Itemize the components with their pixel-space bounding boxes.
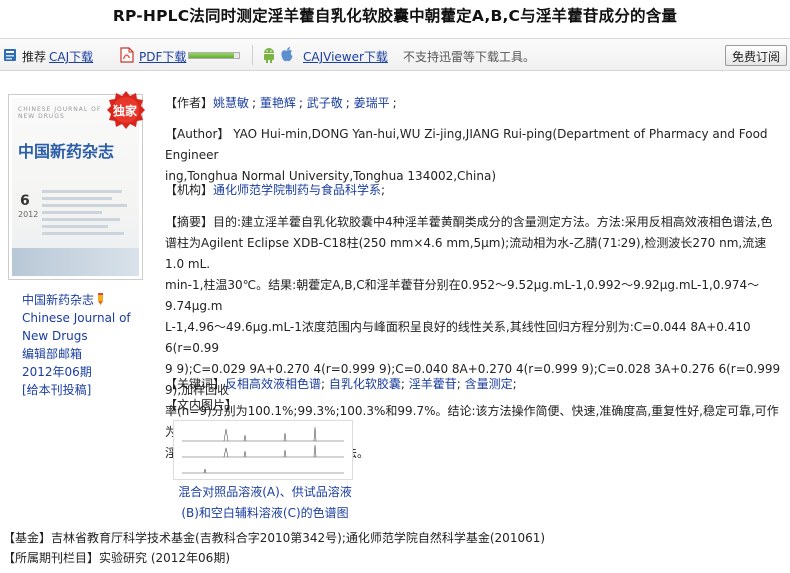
submit-paper-link[interactable]: [给本刊投稿] (22, 381, 147, 399)
abstract-line: 谱柱为Agilent Eclipse XDB-C18柱(250 mm×4.6 m… (165, 236, 767, 271)
column-label: 【所属期刊栏目】 (3, 551, 100, 565)
cajviewer-download-link[interactable]: CAJViewer下载 (303, 48, 388, 65)
chromatogram-image (182, 426, 344, 474)
abstract-label: 【摘要】 (165, 215, 214, 229)
keyword-link[interactable]: 自乳化软胶囊 (329, 377, 401, 391)
author-link[interactable]: 董艳辉 (260, 96, 296, 110)
cover-journal-name: 中国新药杂志 (18, 142, 115, 161)
figures-label: 【文内图片】 (165, 398, 238, 412)
institution-label: 【机构】 (165, 183, 214, 197)
cover-bottom-band (12, 248, 139, 276)
keywords-label: 【关键词】 (165, 377, 226, 391)
figure-caption-line2[interactable]: (B)和空白辅料溶液(C)的色谱图 (173, 503, 357, 524)
figure-thumbnail[interactable] (173, 420, 353, 480)
apple-icon[interactable] (280, 46, 294, 63)
caj-download-link[interactable]: CAJ下载 (49, 48, 93, 65)
abstract-line: L-1,4.96～49.6μg.mL-1浓度范围内与峰面积呈良好的线性关系,其线… (165, 320, 751, 355)
toolbar-divider (252, 45, 253, 65)
pencil-icon (98, 293, 104, 305)
journal-en-name-line1[interactable]: Chinese Journal of (22, 309, 147, 327)
column-text: 实验研究 (2012年06期) (99, 551, 231, 565)
book-recommend-icon (4, 49, 16, 61)
editor-office-email[interactable]: 编辑部邮箱 (22, 345, 147, 363)
abstract-line: 目的:建立淫羊藿自乳化软胶囊中4种淫羊藿黄酮类成分的含量测定方法。方法:采用反相… (213, 215, 773, 229)
figure-caption-line1[interactable]: 混合对照品溶液(A)、供试品溶液 (173, 482, 357, 503)
author-link[interactable]: 武子敬 (307, 96, 343, 110)
keyword-link[interactable]: 含量测定 (465, 377, 513, 391)
journal-issue-link[interactable]: 2012年06期 (22, 363, 147, 381)
cover-english-title: CHINESE JOURNAL OF NEW DRUGS (18, 106, 102, 120)
exclusive-badge-text: 独家 (113, 104, 138, 118)
author-link[interactable]: 姚慧敏 (213, 96, 249, 110)
cover-contents-lines (42, 190, 132, 239)
recommend-label: 推荐 (22, 50, 47, 64)
journal-en-name-line2[interactable]: New Drugs (22, 327, 147, 345)
keyword-link[interactable]: 反相高效液相色谱 (225, 377, 321, 391)
thunder-note: 不支持迅雷等下载工具。 (403, 50, 536, 64)
fund-label: 【基金】 (3, 531, 52, 545)
fund-row: 【基金】吉林省教育厅科学技术基金(吉教科合字2010第342号);通化师范学院自… (3, 528, 545, 548)
cover-issue-number: 6 (20, 193, 30, 209)
institution-link[interactable]: 通化师范学院制药与食品科学系 (213, 183, 381, 197)
journal-cn-name-link[interactable]: 中国新药杂志 (22, 293, 94, 307)
cover-year: 2012 (18, 210, 39, 219)
abstract-line: min-1,柱温30℃。结果:朝藿定A,B,C和淫羊藿苷分别在0.952～9.5… (165, 278, 760, 313)
pdf-download-progress (188, 52, 240, 59)
author-link[interactable]: 姜瑞平 (354, 96, 390, 110)
author-label: 【作者】 (165, 96, 214, 110)
fund-text: 吉林省教育厅科学技术基金(吉教科合字2010第342号);通化师范学院自然科学基… (51, 531, 546, 545)
author-row: 【作者】姚慧敏; 董艳辉; 武子敬; 姜瑞平; (165, 96, 397, 110)
figures-row: 【文内图片】 (165, 395, 783, 416)
download-toolbar: 推荐 CAJ下载 PDF下载 CAJViewer下载 不支持迅雷等下载工具。 免… (0, 38, 790, 71)
keyword-link[interactable]: 淫羊藿苷 (409, 377, 457, 391)
pdf-download-link[interactable]: PDF下载 (139, 48, 186, 65)
journal-cover[interactable]: CHINESE JOURNAL OF NEW DRUGS 中国新药杂志 6 20… (8, 91, 145, 280)
institution-row: 【机构】通化师范学院制药与食品科学系; (165, 183, 386, 197)
page-title: RP-HPLC法同时测定淫羊藿自乳化软胶囊中朝藿定A,B,C与淫羊藿苷成分的含量 (112, 7, 678, 25)
journal-info: 中国新药杂志 Chinese Journal of New Drugs 编辑部邮… (22, 291, 147, 399)
author-en-label: 【Author】 (165, 127, 230, 141)
keywords-row: 【关键词】反相高效液相色谱; 自乳化软胶囊; 淫羊藿苷; 含量测定; (165, 377, 517, 391)
author-en-block: 【Author】 YAO Hui-min,DONG Yan-hui,WU Zi-… (165, 124, 783, 187)
pdf-icon (120, 47, 134, 63)
author-en-text-line1: YAO Hui-min,DONG Yan-hui,WU Zi-jing,JIAN… (165, 127, 768, 162)
progress-fill (189, 53, 234, 58)
figure-caption[interactable]: 混合对照品溶液(A)、供试品溶液 (B)和空白辅料溶液(C)的色谱图 (173, 482, 357, 524)
column-row: 【所属期刊栏目】实验研究 (2012年06期) (3, 548, 230, 568)
android-icon[interactable] (262, 47, 276, 63)
free-subscribe-button[interactable]: 免费订阅 (724, 45, 787, 66)
